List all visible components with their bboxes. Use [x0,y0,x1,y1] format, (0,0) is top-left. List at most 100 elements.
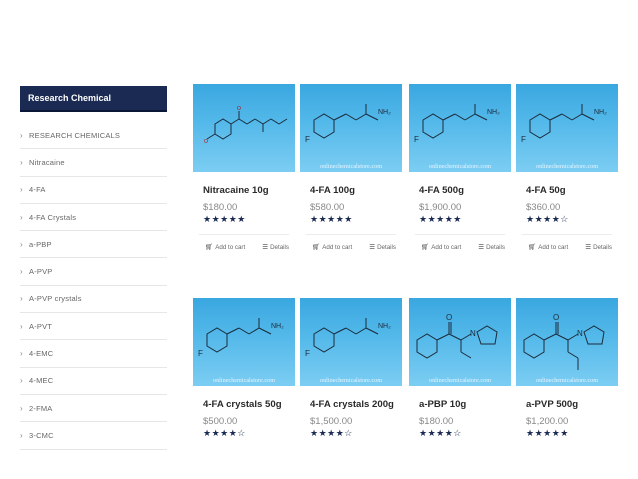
4fa-structure-icon: F NH₂ [414,104,500,144]
details-button[interactable]: ☰ Details [585,243,612,252]
product-image[interactable]: O N onlinechemicalstore.com [516,298,618,386]
oxygen-label: O [446,313,452,322]
star-rating: ★★★★☆ [193,428,295,439]
sidebar-item-4emc[interactable]: › 4-EMC [20,340,167,368]
sidebar-item-apvp-crystals[interactable]: › A-PVP crystals [20,286,167,314]
product-grid: O O Nitracaine 10g $180.00 ★★★★★ 🛒︎ Add t… [193,84,621,464]
product-name[interactable]: a-PVP 500g [516,397,618,412]
product-image[interactable]: O N onlinechemicalstore.com [409,298,511,386]
category-list: › RESEARCH CHEMICALS › Nitracaine › 4-FA › 4… [20,122,167,450]
product-image[interactable]: F NH₂ onlinechemicalstore.com [300,84,402,172]
product-image[interactable]: F NH₂ onlinechemicalstore.com [409,84,511,172]
star-icon: ★★★★★ [203,214,246,224]
star-icon: ★★★★★ [419,214,462,224]
sidebar-item-apbp[interactable]: › a-PBP [20,231,167,259]
star-icon: ★★★★★ [526,428,569,438]
sidebar-item-research-chemicals[interactable]: › RESEARCH CHEMICALS [20,122,167,150]
svg-text:O: O [237,106,241,112]
details-button[interactable]: ☰ Details [478,243,505,252]
star-icon: ★★★★★ [310,214,353,224]
star-rating: ★★★★★ [516,428,618,439]
product-price: $1,500.00 [310,416,353,427]
apvp-structure-icon: O N [523,313,605,370]
fluoro-label: F [521,135,526,144]
chevron-right-icon: › [20,376,23,386]
details-label: Details [486,244,505,251]
star-icon: ★★★★☆ [419,428,462,438]
star-icon: ★★★★☆ [310,428,353,438]
sidebar-item-label: a-PBP [29,239,52,249]
watermark: onlinechemicalstore.com [535,377,599,384]
list-icon: ☰ [369,244,376,251]
oxygen-label: O [553,313,559,322]
amine-label: NH₂ [378,323,391,330]
product-card: O O Nitracaine 10g $180.00 ★★★★★ 🛒︎ Add t… [193,84,295,252]
apbp-structure-icon: O N [416,313,498,359]
chevron-right-icon: › [20,294,23,304]
sidebar-item-apvp[interactable]: › A-PVP [20,258,167,286]
sidebar-item-label: 2-FMA [29,403,53,413]
cart-icon: 🛒︎ [528,244,537,251]
product-name[interactable]: 4-FA 100g [300,183,402,198]
amine-label: NH₂ [487,109,500,116]
product-image[interactable]: O O [193,84,295,172]
sidebar-item-apvt[interactable]: › A-PVT [20,313,167,341]
4fa-structure-icon: F NH₂ [305,104,391,144]
watermark: onlinechemicalstore.com [319,163,383,170]
details-button[interactable]: ☰ Details [369,243,396,252]
sidebar-item-label: 4-EMC [29,349,54,359]
sidebar-item-nitracaine[interactable]: › Nitracaine [20,149,167,177]
sidebar-item-label: 4-MEC [29,376,54,386]
sidebar-item-4fa[interactable]: › 4-FA [20,177,167,204]
product-card: F NH₂ onlinechemicalstore.com 4-FA cryst… [300,298,402,439]
product-price: $1,200.00 [526,416,569,427]
sidebar-item-3cmc[interactable]: › 3-CMC [20,422,167,450]
product-image[interactable]: F NH₂ onlinechemicalstore.com [516,84,618,172]
product-card: F NH₂ onlinechemicalstore.com 4-FA 50g $… [516,84,618,252]
chevron-right-icon: › [20,267,23,277]
product-card: O N onlinechemicalstore.com a-PVP 500g $… [516,298,618,439]
sidebar-item-label: 4-FA Crystals [29,212,77,222]
4fa-structure-icon: F NH₂ [521,104,607,144]
details-button[interactable]: ☰ Details [262,243,289,252]
fluoro-label: F [305,135,310,144]
add-to-cart-label: Add to cart [215,244,246,251]
product-name[interactable]: 4-FA 50g [516,183,618,198]
sidebar-title: Research Chemical [20,86,167,112]
star-icon: ★★★★☆ [526,214,569,224]
list-icon: ☰ [585,244,592,251]
add-to-cart-button[interactable]: 🛒︎ Add to cart [205,243,245,252]
sidebar-item-2fma[interactable]: › 2-FMA [20,395,167,423]
cart-icon: 🛒︎ [205,244,214,251]
add-to-cart-button[interactable]: 🛒︎ Add to cart [421,243,461,252]
product-card: F NH₂ onlinechemicalstore.com 4-FA 100g … [300,84,402,252]
sidebar-item-4mec[interactable]: › 4-MEC [20,368,167,395]
watermark: onlinechemicalstore.com [428,377,492,384]
add-to-cart-button[interactable]: 🛒︎ Add to cart [528,243,568,252]
add-to-cart-button[interactable]: 🛒︎ Add to cart [312,243,352,252]
sidebar-item-4fa-crystals[interactable]: › 4-FA Crystals [20,204,167,232]
add-to-cart-label: Add to cart [431,244,462,251]
product-name[interactable]: 4-FA crystals 50g [193,397,295,412]
product-name[interactable]: a-PBP 10g [409,397,511,412]
product-name[interactable]: 4-FA 500g [409,183,511,198]
cart-icon: 🛒︎ [421,244,430,251]
sidebar-item-label: 4-FA [29,185,46,195]
product-image[interactable]: F NH₂ onlinechemicalstore.com [193,298,295,386]
product-name[interactable]: Nitracaine 10g [193,183,295,198]
product-price: $500.00 [203,416,238,427]
star-rating: ★★★★★ [409,214,511,225]
product-name[interactable]: 4-FA crystals 200g [300,397,402,412]
product-price: $360.00 [526,202,561,213]
chevron-right-icon: › [20,349,23,359]
add-to-cart-label: Add to cart [322,244,353,251]
nitracaine-structure-icon: O O [204,106,288,145]
nitrogen-label: N [470,329,476,338]
product-card: O N onlinechemicalstore.com a-PBP 10g $1… [409,298,511,439]
chevron-right-icon: › [20,157,23,167]
product-image[interactable]: F NH₂ onlinechemicalstore.com [300,298,402,386]
4fa-structure-icon: F NH₂ [305,318,391,358]
watermark: onlinechemicalstore.com [428,163,492,170]
category-sidebar: Research Chemical › RESEARCH CHEMICALS › N… [20,86,167,450]
sidebar-item-label: A-PVP crystals [29,294,82,304]
